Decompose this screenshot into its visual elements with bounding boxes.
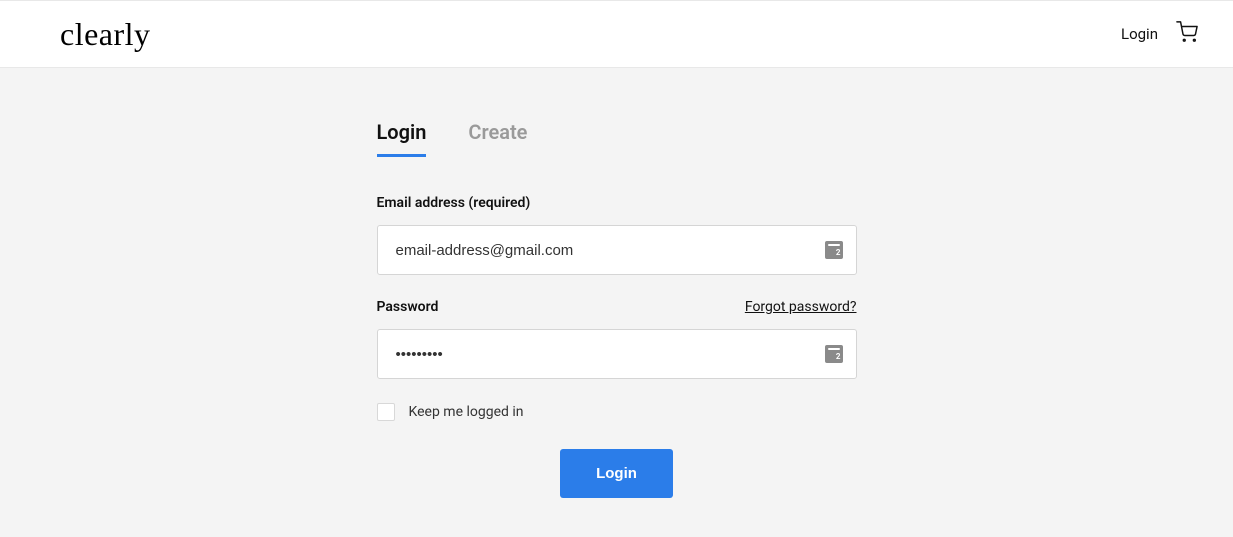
header: clearly Login bbox=[0, 0, 1233, 68]
email-field[interactable] bbox=[377, 225, 857, 275]
submit-row: Login bbox=[377, 449, 857, 498]
forgot-password-link[interactable]: Forgot password? bbox=[745, 299, 857, 315]
email-input-wrap bbox=[377, 225, 857, 275]
password-field[interactable] bbox=[377, 329, 857, 379]
login-form: Login Create Email address (required) Pa… bbox=[377, 120, 857, 537]
keep-logged-row: Keep me logged in bbox=[377, 403, 857, 421]
page-content: Login Create Email address (required) Pa… bbox=[0, 68, 1233, 537]
password-manager-icon[interactable] bbox=[825, 241, 843, 259]
header-actions: Login bbox=[1121, 21, 1198, 47]
keep-logged-checkbox[interactable] bbox=[377, 403, 395, 421]
header-login-link[interactable]: Login bbox=[1121, 25, 1158, 43]
tab-create[interactable]: Create bbox=[468, 120, 527, 157]
keep-logged-label: Keep me logged in bbox=[409, 404, 524, 420]
password-label: Password bbox=[377, 299, 439, 315]
password-label-row: Password Forgot password? bbox=[377, 299, 857, 315]
brand-logo[interactable]: clearly bbox=[60, 16, 151, 53]
tab-login[interactable]: Login bbox=[377, 120, 427, 157]
auth-tabs: Login Create bbox=[377, 120, 857, 157]
email-label: Email address (required) bbox=[377, 195, 857, 211]
login-button[interactable]: Login bbox=[560, 449, 673, 498]
cart-icon[interactable] bbox=[1176, 21, 1198, 47]
password-input-wrap bbox=[377, 329, 857, 379]
password-manager-icon[interactable] bbox=[825, 345, 843, 363]
